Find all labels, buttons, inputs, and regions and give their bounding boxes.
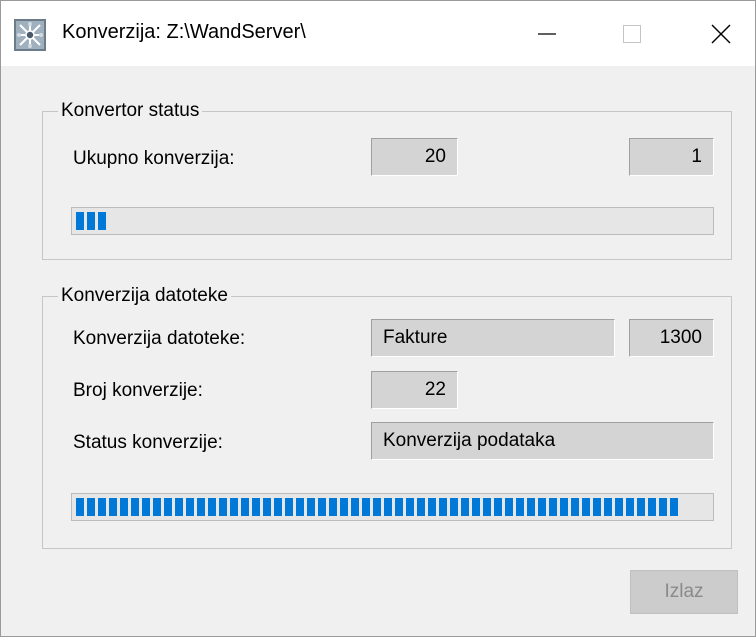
title-bar[interactable]: Konverzija: Z:\WandServer\ [1,1,755,66]
maximize-button[interactable] [602,1,662,66]
conversion-count-value: 22 [371,371,458,409]
file-name-value: Fakture [371,319,615,357]
snowflake-app-icon[interactable] [14,19,46,51]
total-conversions-value: 20 [371,138,458,176]
maximize-icon [623,24,641,43]
close-icon [711,24,731,43]
total-conversions-label: Ukupno konverzija: [73,148,235,169]
total-progress-fill [76,212,106,230]
file-progress-bar [71,493,714,521]
file-conversion-legend: Konverzija datoteke [58,285,231,307]
close-button[interactable] [691,1,751,66]
conversion-count-label: Broj konverzije: [73,380,203,401]
converter-status-group [42,111,732,260]
minimize-button[interactable] [517,1,577,66]
file-conversion-label: Konverzija datoteke: [73,328,246,349]
window-title: Konverzija: Z:\WandServer\ [62,21,306,43]
converter-status-legend: Konvertor status [58,100,203,122]
conversion-status-value: Konverzija podataka [371,422,714,460]
current-conversion-value: 1 [629,138,714,176]
file-progress-fill [76,498,678,516]
conversion-status-label: Status konverzije: [73,432,223,453]
file-code-value: 1300 [629,319,714,357]
minimize-icon [538,32,556,35]
conversion-window: Konverzija: Z:\WandServer\ Konvertor sta… [0,0,756,637]
exit-button[interactable]: Izlaz [630,570,738,614]
total-progress-bar [71,207,714,235]
